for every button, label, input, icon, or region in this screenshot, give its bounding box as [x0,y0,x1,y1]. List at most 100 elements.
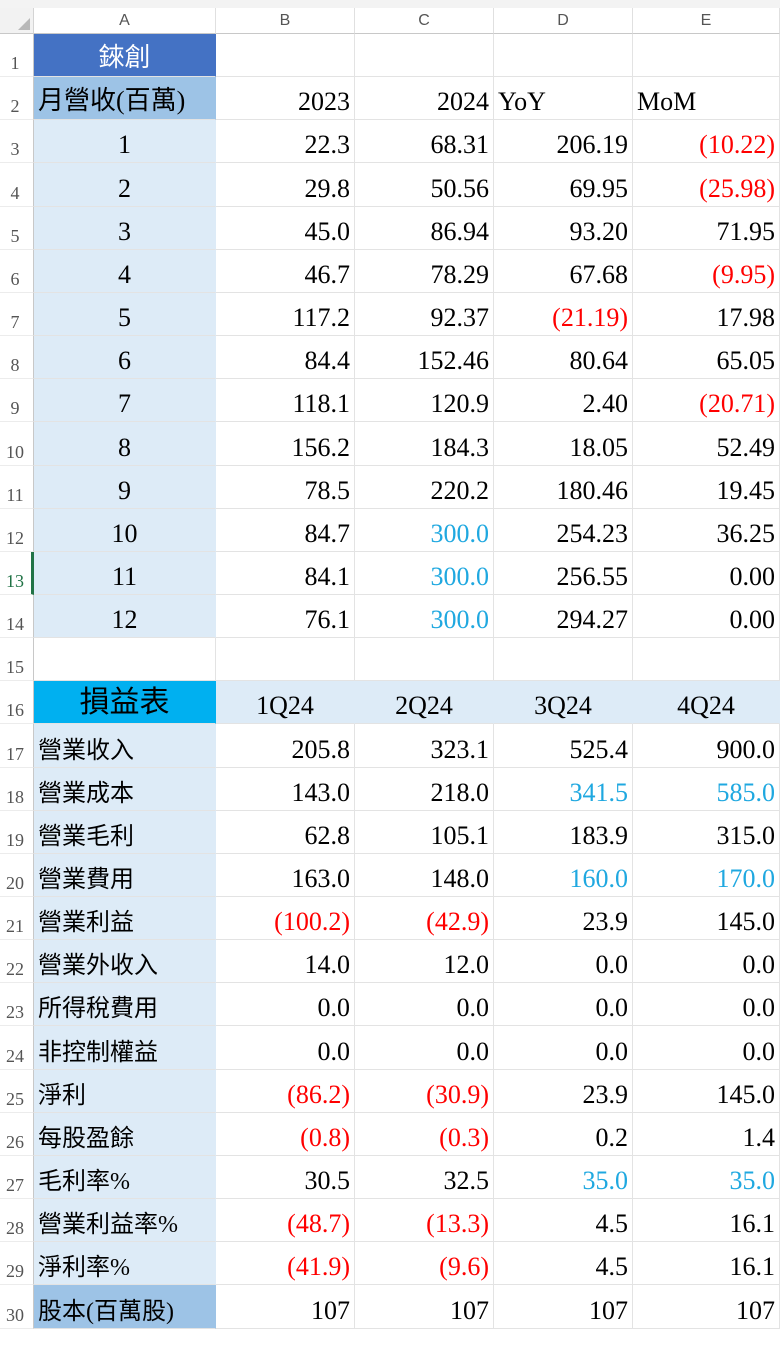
cell-a10[interactable]: 8 [34,422,216,466]
cell-c8[interactable]: 152.46 [355,336,494,379]
cell-c26[interactable]: (0.3) [355,1113,494,1156]
cell-a20[interactable]: 營業費用 [34,854,216,897]
cell-d11[interactable]: 180.46 [494,466,633,509]
cell-a7[interactable]: 5 [34,293,216,336]
cell-b4[interactable]: 29.8 [216,163,355,207]
row-header-12[interactable]: 12 [0,509,34,552]
cell-e9[interactable]: (20.71) [633,379,780,422]
cell-b20[interactable]: 163.0 [216,854,355,897]
cell-d7[interactable]: (21.19) [494,293,633,336]
cell-a12[interactable]: 10 [34,509,216,552]
cell-c2[interactable]: 2024 [355,77,494,120]
row-header-11[interactable]: 11 [0,466,34,509]
cell-e16[interactable]: 4Q24 [633,681,780,724]
cell-a5[interactable]: 3 [34,207,216,250]
cell-e19[interactable]: 315.0 [633,811,780,854]
cell-c16[interactable]: 2Q24 [355,681,494,724]
cell-e29[interactable]: 16.1 [633,1242,780,1285]
cell-e1[interactable] [633,34,780,77]
cell-d15[interactable] [494,638,633,681]
cell-b27[interactable]: 30.5 [216,1156,355,1199]
row-header-27[interactable]: 27 [0,1156,34,1199]
row-header-7[interactable]: 7 [0,293,34,336]
row-header-10[interactable]: 10 [0,422,34,466]
cell-b7[interactable]: 117.2 [216,293,355,336]
cell-b16[interactable]: 1Q24 [216,681,355,724]
cell-c5[interactable]: 86.94 [355,207,494,250]
cell-b13[interactable]: 84.1 [216,552,355,595]
cell-e12[interactable]: 36.25 [633,509,780,552]
cell-e13[interactable]: 0.00 [633,552,780,595]
row-header-5[interactable]: 5 [0,207,34,250]
cell-b21[interactable]: (100.2) [216,897,355,940]
cell-b23[interactable]: 0.0 [216,983,355,1026]
cell-b1[interactable] [216,34,355,77]
column-header-d[interactable]: D [494,8,633,34]
cell-e20[interactable]: 170.0 [633,854,780,897]
select-all-corner[interactable] [0,8,34,34]
cell-d28[interactable]: 4.5 [494,1199,633,1242]
cell-c9[interactable]: 120.9 [355,379,494,422]
cell-b14[interactable]: 76.1 [216,595,355,638]
cell-e5[interactable]: 71.95 [633,207,780,250]
row-header-19[interactable]: 19 [0,811,34,854]
row-header-23[interactable]: 23 [0,983,34,1026]
cell-a18[interactable]: 營業成本 [34,768,216,811]
cell-a29[interactable]: 淨利率% [34,1242,216,1285]
cell-e21[interactable]: 145.0 [633,897,780,940]
cell-d2[interactable]: YoY [494,77,633,120]
cell-c17[interactable]: 323.1 [355,724,494,768]
row-header-17[interactable]: 17 [0,724,34,768]
cell-c12[interactable]: 300.0 [355,509,494,552]
cell-c15[interactable] [355,638,494,681]
cell-a16[interactable]: 損益表 [34,681,216,724]
cell-d21[interactable]: 23.9 [494,897,633,940]
cell-b15[interactable] [216,638,355,681]
row-header-4[interactable]: 4 [0,163,34,207]
cell-d19[interactable]: 183.9 [494,811,633,854]
column-header-a[interactable]: A [34,8,216,34]
cell-a27[interactable]: 毛利率% [34,1156,216,1199]
cell-b22[interactable]: 14.0 [216,940,355,983]
cell-d3[interactable]: 206.19 [494,120,633,163]
row-header-20[interactable]: 20 [0,854,34,897]
cell-b18[interactable]: 143.0 [216,768,355,811]
cell-b11[interactable]: 78.5 [216,466,355,509]
row-header-26[interactable]: 26 [0,1113,34,1156]
cell-e14[interactable]: 0.00 [633,595,780,638]
cell-e11[interactable]: 19.45 [633,466,780,509]
cell-a17[interactable]: 營業收入 [34,724,216,768]
cell-d20[interactable]: 160.0 [494,854,633,897]
cell-a19[interactable]: 營業毛利 [34,811,216,854]
cell-e18[interactable]: 585.0 [633,768,780,811]
cell-e3[interactable]: (10.22) [633,120,780,163]
column-header-b[interactable]: B [216,8,355,34]
cell-e7[interactable]: 17.98 [633,293,780,336]
cell-c30[interactable]: 107 [355,1285,494,1329]
cell-c24[interactable]: 0.0 [355,1026,494,1070]
cell-e30[interactable]: 107 [633,1285,780,1329]
cell-e26[interactable]: 1.4 [633,1113,780,1156]
row-header-14[interactable]: 14 [0,595,34,638]
cell-d16[interactable]: 3Q24 [494,681,633,724]
row-header-15[interactable]: 15 [0,638,34,681]
cell-b28[interactable]: (48.7) [216,1199,355,1242]
row-header-3[interactable]: 3 [0,120,34,163]
cell-d17[interactable]: 525.4 [494,724,633,768]
cell-c28[interactable]: (13.3) [355,1199,494,1242]
cell-b9[interactable]: 118.1 [216,379,355,422]
row-header-25[interactable]: 25 [0,1070,34,1113]
cell-e24[interactable]: 0.0 [633,1026,780,1070]
cell-d22[interactable]: 0.0 [494,940,633,983]
cell-d26[interactable]: 0.2 [494,1113,633,1156]
cell-d27[interactable]: 35.0 [494,1156,633,1199]
cell-e4[interactable]: (25.98) [633,163,780,207]
cell-b10[interactable]: 156.2 [216,422,355,466]
cell-e23[interactable]: 0.0 [633,983,780,1026]
cell-a3[interactable]: 1 [34,120,216,163]
cell-a6[interactable]: 4 [34,250,216,293]
cell-a8[interactable]: 6 [34,336,216,379]
cell-e8[interactable]: 65.05 [633,336,780,379]
cell-b5[interactable]: 45.0 [216,207,355,250]
cell-d9[interactable]: 2.40 [494,379,633,422]
